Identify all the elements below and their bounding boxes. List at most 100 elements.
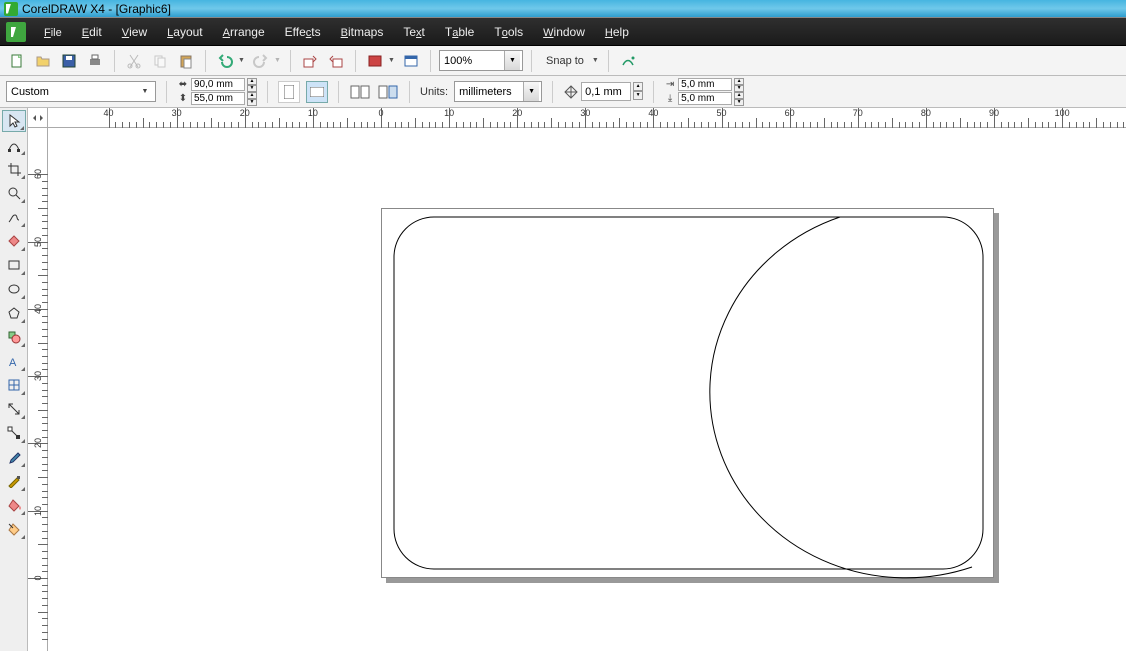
rectangle-tool[interactable]	[2, 254, 26, 276]
current-page-button[interactable]	[377, 81, 399, 103]
table-tool[interactable]	[2, 374, 26, 396]
menu-view[interactable]: View	[112, 25, 157, 39]
fill-tool[interactable]	[2, 494, 26, 516]
ellipse-tool[interactable]	[2, 278, 26, 300]
toolbar-separator	[552, 81, 553, 103]
all-pages-button[interactable]	[349, 81, 371, 103]
toolbar-separator	[653, 81, 654, 103]
menu-table[interactable]: Table	[435, 25, 484, 39]
app-menu-icon[interactable]	[6, 22, 26, 42]
snap-to-dropdown[interactable]: ▼	[592, 57, 600, 64]
freehand-tool[interactable]	[2, 206, 26, 228]
export-button[interactable]	[325, 50, 347, 72]
snap-to-label: Snap to	[546, 55, 584, 67]
toolbar-separator	[355, 50, 356, 72]
ruler-origin[interactable]	[28, 108, 48, 128]
redo-button[interactable]	[250, 50, 272, 72]
menu-bitmaps[interactable]: Bitmaps	[331, 25, 394, 39]
dup-x-icon: ⇥	[664, 79, 676, 90]
standard-toolbar: ▼ ▼ ▼ ▼ Snap to ▼	[0, 46, 1126, 76]
toolbar-separator	[166, 81, 167, 103]
smart-fill-tool[interactable]	[2, 230, 26, 252]
nudge-group: ▲▼	[563, 82, 643, 102]
units-label: Units:	[420, 86, 448, 98]
outline-tool[interactable]	[2, 470, 26, 492]
vertical-ruler[interactable]: 6050403020100	[28, 128, 48, 651]
svg-text:A: A	[9, 357, 17, 368]
property-bar: Custom ▼ ⬌ ▲▼ ⬍ ▲▼ Units: ▼ ▲▼ ⇥ ▲▼	[0, 76, 1126, 108]
menu-help[interactable]: Help	[595, 25, 639, 39]
menu-file[interactable]: File	[34, 25, 72, 39]
units-arrow[interactable]: ▼	[523, 82, 539, 101]
page-dimensions: ⬌ ▲▼ ⬍ ▲▼	[177, 78, 257, 106]
menu-edit[interactable]: Edit	[72, 25, 112, 39]
basic-shapes-tool[interactable]	[2, 326, 26, 348]
paper-size-select[interactable]: Custom ▼	[6, 81, 156, 102]
nudge-spinner[interactable]: ▲▼	[633, 82, 643, 102]
menu-layout[interactable]: Layout	[157, 25, 212, 39]
menu-arrange[interactable]: Arrange	[213, 25, 275, 39]
toolbar-separator	[608, 50, 609, 72]
open-button[interactable]	[32, 50, 54, 72]
toolbar-separator	[290, 50, 291, 72]
canvas-svg	[382, 209, 995, 579]
polygon-tool[interactable]	[2, 302, 26, 324]
dup-y-input[interactable]	[678, 92, 732, 105]
dup-y-spinner[interactable]: ▲▼	[734, 92, 744, 106]
pick-tool[interactable]	[2, 110, 26, 132]
nudge-input[interactable]	[581, 82, 631, 101]
app-icon	[4, 2, 18, 16]
dimension-tool[interactable]	[2, 398, 26, 420]
copy-button[interactable]	[149, 50, 171, 72]
welcome-screen-button[interactable]	[400, 50, 422, 72]
workspace[interactable]: 403020100102030405060708090100 605040302…	[28, 108, 1126, 651]
interactive-fill-tool[interactable]	[2, 518, 26, 540]
redo-dropdown[interactable]: ▼	[274, 57, 282, 64]
horizontal-ruler[interactable]: 403020100102030405060708090100	[48, 108, 1126, 128]
app-launcher-dropdown[interactable]: ▼	[388, 57, 396, 64]
zoom-input[interactable]	[440, 51, 504, 70]
dup-x-spinner[interactable]: ▲▼	[734, 78, 744, 92]
undo-button[interactable]	[214, 50, 236, 72]
interactive-tool[interactable]	[2, 422, 26, 444]
app-launcher-button[interactable]	[364, 50, 386, 72]
toolbox: A	[0, 108, 28, 651]
text-tool[interactable]: A	[2, 350, 26, 372]
rounded-rect-shape[interactable]	[394, 217, 983, 569]
options-button[interactable]	[617, 50, 639, 72]
paste-button[interactable]	[175, 50, 197, 72]
menu-effects[interactable]: Effects	[275, 25, 331, 39]
dup-x-input[interactable]	[678, 78, 732, 91]
undo-dropdown[interactable]: ▼	[238, 57, 246, 64]
menu-window[interactable]: Window	[533, 25, 595, 39]
cut-button[interactable]	[123, 50, 145, 72]
page-height-spinner[interactable]: ▲▼	[247, 92, 257, 106]
import-button[interactable]	[299, 50, 321, 72]
zoom-dropdown-arrow[interactable]: ▼	[504, 51, 520, 70]
toolbar-separator	[409, 81, 410, 103]
dup-y-icon: ⤓	[664, 93, 676, 104]
portrait-button[interactable]	[278, 81, 300, 103]
zoom-tool[interactable]	[2, 182, 26, 204]
landscape-button[interactable]	[306, 81, 328, 103]
page-height-input[interactable]	[191, 92, 245, 105]
arc-shape[interactable]	[710, 217, 972, 578]
eyedropper-tool[interactable]	[2, 446, 26, 468]
toolbar-separator	[267, 81, 268, 103]
paper-size-arrow[interactable]: ▼	[137, 88, 153, 95]
menu-text[interactable]: Text	[393, 25, 435, 39]
page-width-spinner[interactable]: ▲▼	[247, 78, 257, 92]
new-button[interactable]	[6, 50, 28, 72]
crop-tool[interactable]	[2, 158, 26, 180]
zoom-combo[interactable]: ▼	[439, 50, 523, 71]
drawing-canvas[interactable]	[48, 128, 1126, 651]
print-button[interactable]	[84, 50, 106, 72]
menu-tools[interactable]: Tools	[484, 25, 533, 39]
save-button[interactable]	[58, 50, 80, 72]
page-width-input[interactable]	[191, 78, 245, 91]
main-area: A 403020100102030405060708090100 6050403…	[0, 108, 1126, 651]
units-input[interactable]	[455, 82, 523, 101]
shape-tool[interactable]	[2, 134, 26, 156]
units-combo[interactable]: ▼	[454, 81, 542, 102]
title-bar: CorelDRAW X4 - [Graphic6]	[0, 0, 1126, 18]
